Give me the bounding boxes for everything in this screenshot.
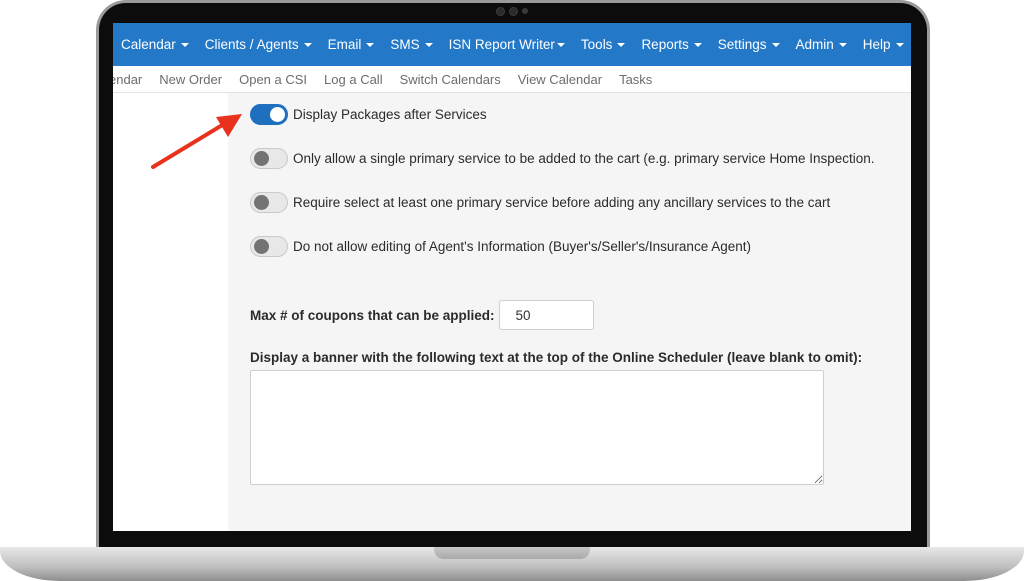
single-primary-service-toggle[interactable] bbox=[250, 148, 288, 169]
nav-item-label: Tools bbox=[580, 37, 613, 52]
subnav-item-switch-calendars[interactable]: Switch Calendars bbox=[400, 72, 501, 87]
nav-item-label: Reports bbox=[641, 37, 689, 52]
option-label: Display Packages after Services bbox=[293, 107, 487, 122]
annotation-arrow-icon bbox=[151, 114, 242, 169]
nav-item-reports[interactable]: Reports bbox=[641, 37, 702, 52]
subnav-item-log-call[interactable]: Log a Call bbox=[324, 72, 383, 87]
banner-text-label: Display a banner with the following text… bbox=[250, 350, 863, 365]
option-label: Do not allow editing of Agent's Informat… bbox=[293, 239, 751, 254]
coupon-limit-input[interactable] bbox=[498, 300, 594, 330]
option-label: Only allow a single primary service to b… bbox=[293, 151, 875, 166]
camera-indicator-icon bbox=[522, 8, 528, 14]
nav-item-admin[interactable]: Admin bbox=[796, 37, 847, 52]
subnav-item-new-order[interactable]: New Order bbox=[159, 72, 222, 87]
coupon-limit-row: Max # of coupons that can be applied: bbox=[250, 300, 594, 330]
display-packages-toggle[interactable] bbox=[250, 104, 288, 125]
require-primary-service-toggle[interactable] bbox=[250, 192, 288, 213]
toggle-knob bbox=[270, 107, 285, 122]
nav-item-settings[interactable]: Settings bbox=[718, 37, 780, 52]
caret-down-icon bbox=[617, 42, 626, 47]
caret-down-icon bbox=[895, 42, 904, 47]
caret-down-icon bbox=[303, 42, 312, 47]
camera bbox=[484, 4, 540, 18]
subnav-item-calendar[interactable]: endar bbox=[113, 72, 142, 87]
option-single-primary-service: Only allow a single primary service to b… bbox=[250, 148, 875, 169]
nav-item-clients-agents[interactable]: Clients / Agents bbox=[205, 37, 312, 52]
caret-down-icon bbox=[556, 42, 565, 47]
no-agent-editing-toggle[interactable] bbox=[250, 236, 288, 257]
banner-text-input[interactable] bbox=[250, 370, 824, 485]
nav-item-sms[interactable]: SMS bbox=[390, 37, 433, 52]
nav-item-isn-report-writer[interactable]: ISN Report Writer bbox=[449, 37, 565, 52]
settings-content: Display Packages after Services Only all… bbox=[228, 93, 911, 531]
caret-down-icon bbox=[693, 42, 702, 47]
nav-item-label: Admin bbox=[795, 37, 834, 52]
caret-down-icon bbox=[366, 42, 375, 47]
nav-item-label: Calendar bbox=[121, 37, 176, 52]
subnav-item-view-calendar[interactable]: View Calendar bbox=[518, 72, 602, 87]
nav-item-label: Settings bbox=[717, 37, 767, 52]
nav-item-label: SMS bbox=[390, 37, 420, 52]
nav-item-label: Help bbox=[862, 37, 891, 52]
caret-down-icon bbox=[838, 42, 847, 47]
laptop-notch bbox=[434, 547, 590, 559]
toggle-knob bbox=[254, 151, 269, 166]
subnav-item-tasks[interactable]: Tasks bbox=[619, 72, 652, 87]
coupon-limit-label: Max # of coupons that can be applied: bbox=[250, 307, 495, 323]
nav-item-label: ISN Report Writer bbox=[448, 37, 555, 52]
nav-item-calendar[interactable]: Calendar bbox=[121, 37, 189, 52]
toggle-knob bbox=[254, 195, 269, 210]
nav-item-label: Email bbox=[327, 37, 362, 52]
nav-item-help[interactable]: Help bbox=[863, 37, 904, 52]
camera-sensor-icon bbox=[509, 6, 518, 16]
toggle-knob bbox=[254, 239, 269, 254]
option-no-agent-editing: Do not allow editing of Agent's Informat… bbox=[250, 236, 751, 257]
camera-lens-icon bbox=[496, 6, 505, 16]
option-require-primary-service: Require select at least one primary serv… bbox=[250, 192, 830, 213]
caret-down-icon bbox=[424, 42, 433, 47]
option-display-packages: Display Packages after Services bbox=[250, 104, 487, 125]
subnav-item-open-csi[interactable]: Open a CSI bbox=[239, 72, 307, 87]
nav-item-label: Clients / Agents bbox=[204, 37, 299, 52]
top-navigation: Calendar Clients / Agents Email SMS ISN … bbox=[113, 23, 911, 66]
nav-item-tools[interactable]: Tools bbox=[581, 37, 626, 52]
caret-down-icon bbox=[771, 42, 780, 47]
screen: Calendar Clients / Agents Email SMS ISN … bbox=[113, 23, 911, 531]
option-label: Require select at least one primary serv… bbox=[293, 195, 831, 210]
sub-navigation: endar New Order Open a CSI Log a Call Sw… bbox=[113, 66, 911, 93]
caret-down-icon bbox=[180, 42, 189, 47]
nav-item-email[interactable]: Email bbox=[328, 37, 375, 52]
